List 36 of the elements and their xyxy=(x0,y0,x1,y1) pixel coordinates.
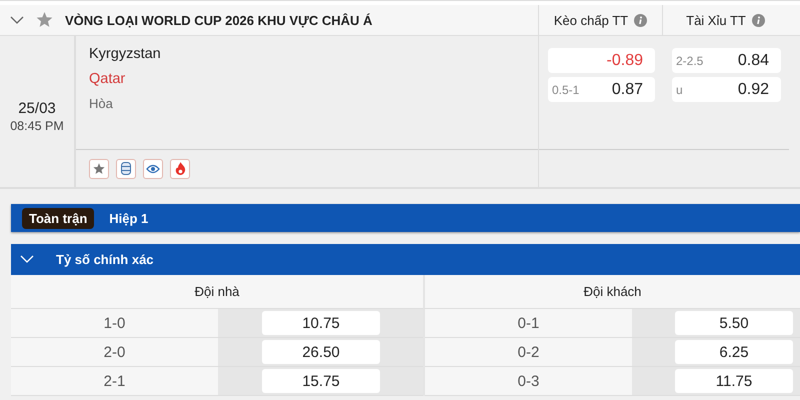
team-name: Qatar xyxy=(89,71,126,87)
column-header: Kèo chấp TT xyxy=(554,12,628,28)
league-title: VÒNG LOẠI WORLD CUP 2026 KHU VỰC CHÂU Á xyxy=(65,12,372,28)
column-header: Đội nhà xyxy=(194,284,240,299)
star-icon[interactable] xyxy=(36,12,53,28)
odds-button[interactable]: 6.25 xyxy=(675,340,793,364)
odds-button[interactable]: 11.75 xyxy=(675,369,793,393)
info-icon[interactable] xyxy=(634,14,648,26)
match-time: 08:45 PM xyxy=(10,119,64,133)
score-label: 2-0 xyxy=(104,344,126,360)
flame-icon[interactable] xyxy=(170,158,190,178)
score-label: 2-1 xyxy=(104,372,126,390)
column-header: Đội khách xyxy=(584,284,642,299)
coins-icon[interactable] xyxy=(116,158,136,178)
chevron-icon[interactable] xyxy=(10,16,24,24)
score-label: 0-2 xyxy=(518,344,540,360)
team-name: Kyrgyzstan xyxy=(89,46,162,62)
match-date: 25/03 xyxy=(18,100,56,117)
eye-icon[interactable] xyxy=(143,158,163,178)
info-icon[interactable] xyxy=(752,14,765,26)
score-label: 0-3 xyxy=(518,372,540,390)
odds-button[interactable]: 0.5-1 0.87 xyxy=(548,77,655,102)
score-label: 1-0 xyxy=(104,314,126,332)
odds-button[interactable]: 2-2.5 0.84 xyxy=(672,48,781,73)
score-label: 0-1 xyxy=(518,314,540,332)
odds-button[interactable]: -0.89 xyxy=(548,48,655,73)
draw-label: Hòa xyxy=(89,96,114,111)
period-tab[interactable]: Toàn trận xyxy=(22,208,94,228)
period-tab[interactable]: Hiệp 1 xyxy=(102,208,156,228)
odds-button[interactable]: 10.75 xyxy=(262,311,380,335)
odds-button[interactable]: u 0.92 xyxy=(672,77,781,102)
odds-button[interactable]: 26.50 xyxy=(262,340,380,364)
odds-button[interactable]: 5.50 xyxy=(675,311,793,335)
odds-button[interactable]: 15.75 xyxy=(262,369,380,393)
column-header: Tài Xỉu TT xyxy=(686,12,746,28)
section-title: Tỷ số chính xác xyxy=(56,252,154,267)
